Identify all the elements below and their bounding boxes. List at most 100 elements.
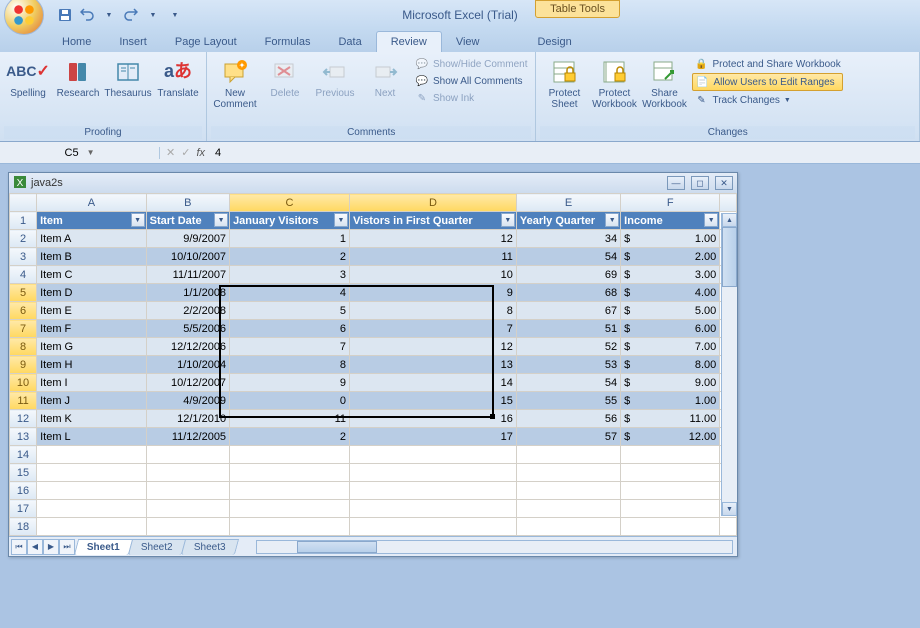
cell[interactable]: 68 (516, 284, 620, 302)
select-all-corner[interactable] (10, 194, 37, 212)
research-button[interactable]: Research (54, 54, 102, 103)
minimize-button[interactable]: — (667, 176, 685, 190)
cell[interactable] (230, 446, 350, 464)
cell[interactable] (516, 446, 620, 464)
cell[interactable] (621, 446, 720, 464)
previous-comment-button[interactable]: Previous (311, 54, 359, 103)
show-hide-comment-button[interactable]: 💬Show/Hide Comment (413, 56, 529, 72)
cell[interactable]: Item H (37, 356, 147, 374)
cell[interactable]: 1 (230, 230, 350, 248)
cell[interactable]: 12 (350, 230, 517, 248)
cell[interactable]: 8 (350, 302, 517, 320)
cell[interactable]: 10 (350, 266, 517, 284)
cell[interactable]: Item F (37, 320, 147, 338)
cell[interactable] (621, 518, 720, 536)
row-header-10[interactable]: 10 (10, 374, 37, 392)
table-header-cell[interactable]: Item▼ (37, 212, 147, 230)
cell[interactable]: Item C (37, 266, 147, 284)
name-box[interactable]: C5▼ (0, 147, 160, 159)
next-comment-button[interactable]: Next (361, 54, 409, 103)
cell[interactable] (350, 464, 517, 482)
cell[interactable]: $6.00 (621, 320, 720, 338)
cell[interactable]: 6 (230, 320, 350, 338)
cell[interactable]: Item B (37, 248, 147, 266)
delete-comment-button[interactable]: Delete (261, 54, 309, 103)
show-all-comments-button[interactable]: 💬Show All Comments (413, 73, 529, 89)
cancel-formula-icon[interactable]: ✕ (166, 146, 175, 159)
spelling-button[interactable]: ABC✓ Spelling (4, 54, 52, 103)
filter-button[interactable]: ▼ (501, 213, 515, 227)
col-header-B[interactable]: B (146, 194, 229, 212)
cell[interactable]: 1/10/2004 (146, 356, 229, 374)
last-sheet-button[interactable]: ⏭ (59, 539, 75, 555)
cell[interactable]: 5/5/2006 (146, 320, 229, 338)
cell[interactable] (516, 464, 620, 482)
cell[interactable]: $1.00 (621, 392, 720, 410)
col-header-D[interactable]: D (350, 194, 517, 212)
cell[interactable]: 2 (230, 248, 350, 266)
filter-button[interactable]: ▼ (334, 213, 348, 227)
cell[interactable]: 11/11/2007 (146, 266, 229, 284)
cell[interactable] (230, 482, 350, 500)
cell[interactable] (621, 500, 720, 518)
tab-design[interactable]: Design (523, 32, 585, 52)
cell[interactable]: $12.00 (621, 428, 720, 446)
cell[interactable]: 1/1/2008 (146, 284, 229, 302)
cell[interactable]: 54 (516, 248, 620, 266)
undo-button[interactable] (78, 6, 96, 24)
cell[interactable]: 12/12/2006 (146, 338, 229, 356)
cell[interactable] (37, 518, 147, 536)
tab-view[interactable]: View (442, 32, 494, 52)
cell[interactable]: 17 (350, 428, 517, 446)
cell[interactable]: 56 (516, 410, 620, 428)
cell[interactable]: 5 (230, 302, 350, 320)
cell[interactable] (146, 518, 229, 536)
table-header-cell[interactable]: Start Date▼ (146, 212, 229, 230)
cell[interactable]: 16 (350, 410, 517, 428)
cell[interactable] (37, 482, 147, 500)
cell[interactable]: 14 (350, 374, 517, 392)
hscroll-thumb[interactable] (297, 541, 377, 553)
cell[interactable]: 4 (230, 284, 350, 302)
cell[interactable] (146, 482, 229, 500)
cell[interactable]: Item D (37, 284, 147, 302)
translate-button[interactable]: aあ Translate (154, 54, 202, 103)
cell[interactable]: 52 (516, 338, 620, 356)
row-header-17[interactable]: 17 (10, 500, 37, 518)
cell[interactable]: $5.00 (621, 302, 720, 320)
row-header-6[interactable]: 6 (10, 302, 37, 320)
cell[interactable]: 3 (230, 266, 350, 284)
table-header-cell[interactable]: Income▼ (621, 212, 720, 230)
prev-sheet-button[interactable]: ◀ (27, 539, 43, 555)
tab-page-layout[interactable]: Page Layout (161, 32, 251, 52)
row-header-18[interactable]: 18 (10, 518, 37, 536)
cell[interactable] (146, 464, 229, 482)
cell[interactable]: 10/10/2007 (146, 248, 229, 266)
cell[interactable] (146, 500, 229, 518)
cell[interactable]: 51 (516, 320, 620, 338)
row-header-8[interactable]: 8 (10, 338, 37, 356)
tab-review[interactable]: Review (376, 31, 442, 52)
maximize-button[interactable]: ◻ (691, 176, 709, 190)
new-comment-button[interactable]: ✦ New Comment (211, 54, 259, 114)
cell[interactable]: Item K (37, 410, 147, 428)
cell[interactable]: 15 (350, 392, 517, 410)
cell[interactable]: $3.00 (621, 266, 720, 284)
cell[interactable] (230, 518, 350, 536)
allow-users-button[interactable]: 📄Allow Users to Edit Ranges (692, 73, 842, 91)
sheet-tab-1[interactable]: Sheet1 (74, 539, 133, 555)
cell[interactable] (350, 482, 517, 500)
cell[interactable] (621, 464, 720, 482)
cell[interactable]: 10/12/2007 (146, 374, 229, 392)
close-button[interactable]: ✕ (715, 176, 733, 190)
cell[interactable]: 53 (516, 356, 620, 374)
cell[interactable]: 9 (350, 284, 517, 302)
protect-sheet-button[interactable]: Protect Sheet (540, 54, 588, 114)
cell[interactable]: Item G (37, 338, 147, 356)
enter-formula-icon[interactable]: ✓ (181, 146, 190, 159)
qat-customize[interactable]: ▼ (166, 6, 184, 24)
show-ink-button[interactable]: ✎Show Ink (413, 90, 529, 106)
cell[interactable]: $2.00 (621, 248, 720, 266)
cell[interactable]: $11.00 (621, 410, 720, 428)
row-header-15[interactable]: 15 (10, 464, 37, 482)
